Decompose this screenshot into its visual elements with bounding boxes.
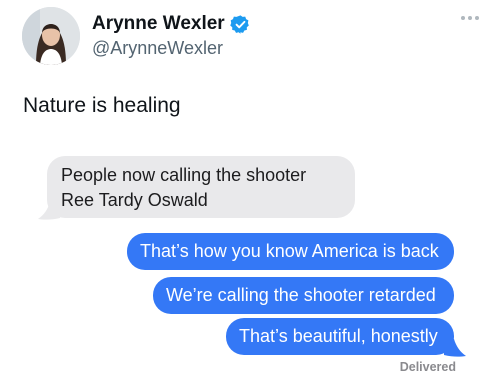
sent-message: That’s beautiful, honestly [226,318,454,355]
received-message: People now calling the shooter Ree Tardy… [47,156,355,218]
author-display-name[interactable]: Arynne Wexler [92,13,225,35]
verified-badge-icon [229,14,249,34]
more-options-icon[interactable] [455,12,485,24]
tweet-text: Nature is healing [23,94,181,117]
sent-message: That’s how you know America is back [127,233,454,270]
author-name-row: Arynne Wexler [92,13,251,35]
author-avatar[interactable] [22,7,80,65]
delivery-status: Delivered [399,360,456,374]
avatar-photo [22,7,80,65]
sent-message: We’re calling the shooter retarded [153,277,454,314]
author-handle[interactable]: @ArynneWexler [92,38,223,59]
